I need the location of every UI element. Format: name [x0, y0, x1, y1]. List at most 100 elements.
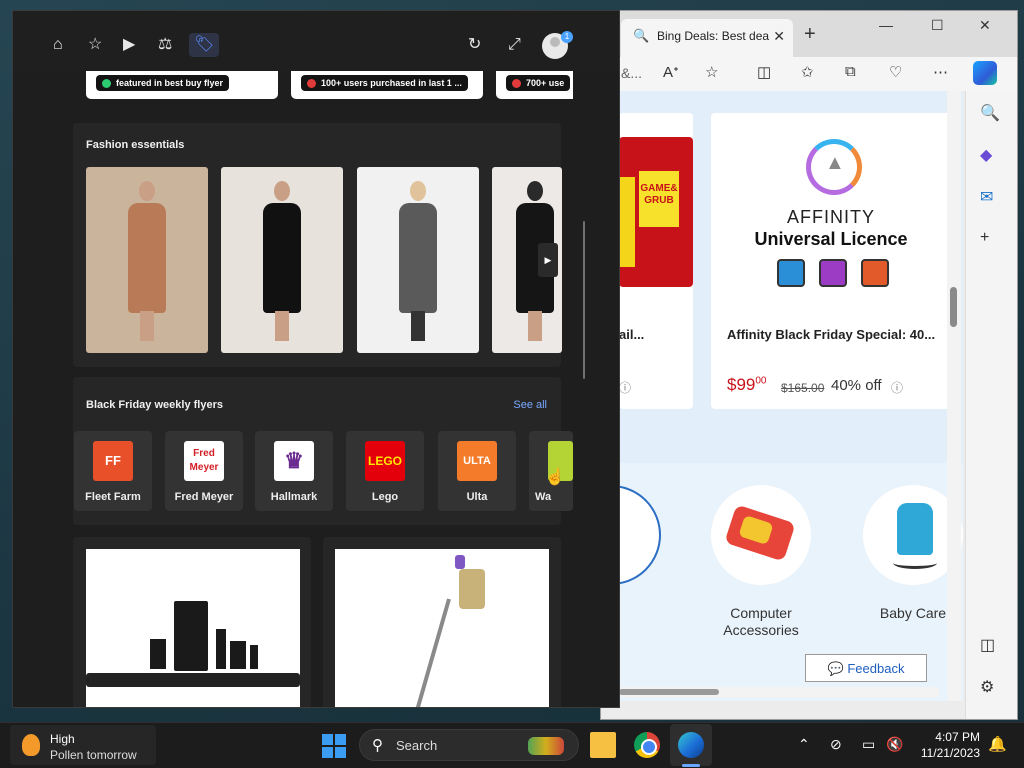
price-tag-icon[interactable]: 🏷 [189, 33, 220, 57]
panel-content: featured in best buy flyer 100+ users pu… [13, 71, 573, 707]
favorites-icon[interactable]: ✩ [801, 63, 814, 81]
flyer-lego[interactable]: LEGO Lego [346, 431, 424, 511]
deal-card[interactable]: featured in best buy flyer [86, 71, 278, 99]
flyer-fleet-farm[interactable]: FF Fleet Farm [74, 431, 152, 511]
cart-icon [512, 79, 521, 88]
chrome-icon[interactable] [634, 732, 660, 758]
info-icon[interactable]: ⓘ [891, 379, 903, 396]
compare-icon[interactable]: ⚖ [158, 37, 172, 53]
fashion-item[interactable] [357, 167, 479, 353]
original-price: $165.00 [781, 381, 825, 395]
add-app-icon[interactable]: + [980, 229, 989, 247]
close-tab-icon[interactable]: ✕ [773, 28, 785, 45]
product-price: $9900 [727, 375, 767, 394]
discount-label: 40% off [831, 377, 882, 394]
horizontal-scrollbar[interactable] [619, 687, 939, 697]
read-aloud-icon[interactable]: Aᐩ [663, 63, 679, 81]
product-card-affinity[interactable]: AFFINITY Universal Licence Affinity Blac… [711, 113, 951, 409]
maximize-icon[interactable]: ☐ [931, 17, 944, 34]
more-menu-icon[interactable]: ⋯ [933, 63, 948, 81]
browser-essentials-icon[interactable]: ♡ [889, 63, 902, 81]
new-tab-icon[interactable]: + [804, 23, 816, 46]
product-card-soundbar[interactable] [86, 549, 300, 707]
edge-icon[interactable] [678, 732, 704, 758]
category-circle[interactable] [619, 485, 661, 585]
speaker-image [150, 639, 166, 669]
weather-widget[interactable]: High Pollen tomorrow [10, 725, 156, 765]
browser-sidebar: 🔍 ◆ ✉ + ◫ ⚙ [965, 91, 1017, 719]
vacuum-body-image [459, 569, 485, 609]
product-title[interactable]: Affinity Black Friday Special: 40... [727, 327, 935, 342]
product-card-vacuum[interactable] [335, 549, 549, 707]
product-brand: AFFINITY [787, 207, 875, 227]
computer-accessories-category[interactable] [711, 485, 811, 585]
fashion-item[interactable] [221, 167, 343, 353]
favorites-add-icon[interactable]: ☆ [88, 37, 102, 53]
horizontal-scrollbar-thumb[interactable] [619, 689, 719, 695]
speaker-image [230, 641, 246, 669]
flyer-name: Fred Meyer [174, 491, 234, 503]
hide-sidebar-icon[interactable]: ◫ [980, 635, 995, 655]
active-indicator [682, 764, 700, 767]
deals-page: GAME& GRUB ail... ⓘ AFFINITY Universal L… [619, 91, 963, 701]
flyer-ulta[interactable]: ULTA Ulta [438, 431, 516, 511]
deal-card[interactable]: 100+ users purchased in last 1 ... [291, 71, 483, 99]
file-explorer-icon[interactable] [590, 732, 616, 758]
show-hidden-icons-icon[interactable]: ⌃ [798, 736, 810, 753]
page-scrollbar[interactable] [947, 91, 961, 701]
see-all-link[interactable]: See all [513, 399, 547, 411]
product-image-text: GAME& GRUB [639, 171, 679, 227]
weather-subtitle: Pollen tomorrow [50, 748, 137, 762]
split-screen-icon[interactable]: ◫ [757, 63, 771, 81]
notifications-bell-icon[interactable]: 🔔 [988, 735, 1007, 753]
start-button[interactable] [322, 734, 346, 758]
flyer-hallmark[interactable]: ♛ Hallmark [255, 431, 333, 511]
deal-card[interactable]: 700+ use [496, 71, 573, 99]
carousel-next-icon[interactable]: ▶ [538, 243, 558, 277]
copilot-sidebar-icon[interactable]: ◆ [980, 145, 992, 165]
info-icon[interactable]: ⓘ [619, 379, 631, 396]
fashion-item[interactable]: ▶ [492, 167, 562, 353]
fashion-item[interactable] [86, 167, 208, 353]
refresh-icon[interactable]: ↻ [468, 37, 481, 53]
product-title: ail... [619, 327, 645, 342]
taskbar-search[interactable]: ⚲ Search [359, 729, 579, 761]
category-label[interactable]: Computer Accessories [706, 605, 816, 639]
close-window-icon[interactable]: ✕ [979, 17, 991, 34]
tab-bing-deals[interactable]: 🔍 Bing Deals: Best dea ✕ [621, 19, 793, 57]
search-icon[interactable]: 🔍 [980, 103, 1000, 123]
outlook-icon[interactable]: ✉ [980, 187, 993, 207]
collections-icon[interactable]: ⧉ [845, 63, 856, 80]
tab-bar: 🔍 Bing Deals: Best dea ✕ + — ☐ ✕ [601, 11, 1017, 57]
fred-meyer-logo: Fred Meyer [184, 441, 224, 481]
model-figure [399, 181, 437, 341]
affinity-designer-icon [777, 259, 805, 287]
network-off-icon[interactable]: ⊘ [830, 736, 842, 753]
model-figure [128, 181, 166, 341]
taskbar: High Pollen tomorrow ⚲ Search ⌃ ⊘ ▭ 🔇 4:… [0, 722, 1024, 768]
flyer-fred-meyer[interactable]: Fred Meyer Fred Meyer [165, 431, 243, 511]
clock[interactable]: 4:07 PM 11/21/2023 [906, 729, 980, 761]
edge-browser-window: 🔍 Bing Deals: Best dea ✕ + — ☐ ✕ &... Aᐩ… [600, 10, 1018, 720]
volume-muted-icon[interactable]: 🔇 [886, 736, 903, 753]
settings-gear-icon[interactable]: ⚙ [980, 677, 994, 697]
minimize-icon[interactable]: — [879, 17, 893, 33]
copilot-icon[interactable] [973, 61, 997, 85]
flyer-partial[interactable]: Wa ☝ [529, 431, 573, 511]
search-label: Search [396, 738, 438, 753]
deal-badge: featured in best buy flyer [96, 75, 230, 91]
address-bar[interactable]: &... [621, 65, 642, 81]
ulta-logo: ULTA [457, 441, 497, 481]
expand-icon[interactable]: ⤢ [508, 37, 521, 53]
flyer-name: Fleet Farm [85, 491, 141, 503]
feedback-button[interactable]: 💬 Feedback [805, 654, 927, 682]
windows-logo-icon [322, 734, 333, 745]
video-icon[interactable]: ▶ [123, 37, 135, 53]
scrollbar-thumb[interactable] [950, 287, 957, 327]
product-card-left[interactable]: GAME& GRUB ail... ⓘ [619, 113, 693, 409]
category-label[interactable]: s [619, 605, 671, 622]
display-icon[interactable]: ▭ [862, 736, 875, 753]
home-icon[interactable]: ⌂ [53, 37, 63, 53]
favorite-star-icon[interactable]: ☆ [705, 63, 718, 81]
panel-scrollbar[interactable] [583, 221, 585, 379]
